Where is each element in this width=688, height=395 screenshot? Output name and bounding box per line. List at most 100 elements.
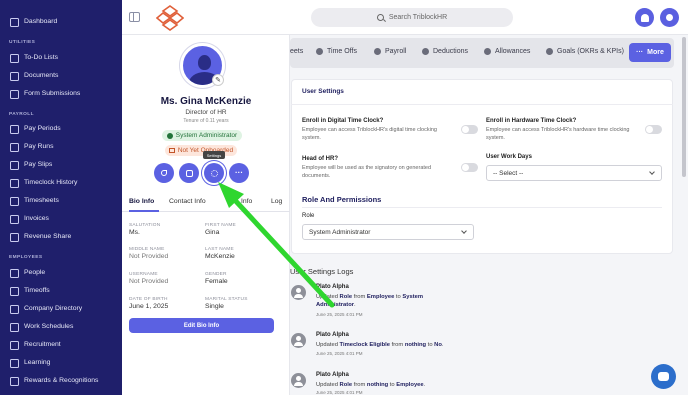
sidebar-item-label: Learning [24,358,51,366]
middle-name-value: Not Provided [129,253,169,260]
schedule-icon [9,322,19,332]
payroll-icon [374,48,381,55]
tab-label: eets [290,48,304,55]
tab-label: Payroll [385,48,407,55]
settings-button[interactable] [204,163,224,183]
tab-deductions[interactable]: Deductions [422,48,468,55]
divider [291,104,673,105]
minus-icon [422,48,429,55]
username-label: USERNAME [129,272,158,277]
sidebar-item-learning[interactable]: Learning [9,355,50,369]
sidebar-item-rewards[interactable]: Rewards & Recognitions [9,373,98,387]
logs-title: User Settings Logs [290,267,354,276]
search-icon [376,14,384,21]
user-settings-title: User Settings [302,88,344,95]
sidebar-item-company-directory[interactable]: Company Directory [9,301,82,315]
form-icon [9,89,19,99]
tab-allowances[interactable]: Allowances [484,48,530,55]
call-button[interactable] [154,163,174,183]
sidebar-item-pay-periods[interactable]: Pay Periods [9,121,61,135]
tab-payroll[interactable]: Payroll [374,48,406,55]
sidebar-item-pay-runs[interactable]: Pay Runs [9,139,53,153]
edit-bio-button[interactable]: Edit Bio Info [129,318,274,333]
section-heading-utilities: UTILITIES [9,40,36,45]
sidebar-item-label: Rewards & Recognitions [24,376,99,384]
middle-name-label: MIDDLE NAME [129,247,165,252]
search-input[interactable]: Search TriblockHR [311,8,513,27]
plus-icon [484,48,491,55]
scrollbar[interactable] [682,37,686,177]
tab-timesheets[interactable]: eets [290,48,303,55]
head-of-hr-toggle[interactable] [461,163,478,172]
plane-icon [9,286,19,296]
salutation-label: SALUTATION [129,223,161,228]
tab-bio-info[interactable]: Bio Info [129,198,154,205]
tab-label: Goals (OKRs & KPIs) [557,48,624,55]
chat-icon [658,372,669,381]
dashboard-icon [9,17,19,27]
sidebar-item-label: Pay Slips [24,160,53,168]
invoice-icon [9,214,19,224]
user-icon [666,14,673,21]
sidebar-item-label: To-Do Lists [24,53,58,61]
tab-logs[interactable]: Log [271,198,282,205]
hardware-clock-label: Enroll in Hardware Time Clock? [486,118,577,124]
work-days-select[interactable]: -- Select -- [486,165,662,181]
role-select[interactable]: System Administrator [302,224,474,240]
sidebar-item-form-submissions[interactable]: Form Submissions [9,86,80,100]
sidebar-item-label: Recruitment [24,340,61,348]
tab-time-offs[interactable]: Time Offs [316,48,357,55]
payslip-icon [9,160,19,170]
sidebar-item-invoices[interactable]: Invoices [9,211,49,225]
sidebar-item-todo[interactable]: To-Do Lists [9,50,58,64]
more-tabs-button[interactable]: ··· More [629,43,671,62]
sidebar-item-dashboard[interactable]: Dashboard [9,14,57,28]
chat-button[interactable] [651,364,676,389]
sidebar-item-label: Company Directory [24,304,83,312]
settings-tooltip: Settings [203,151,225,159]
target-icon [546,48,553,55]
sidebar-item-recruitment[interactable]: Recruitment [9,337,61,351]
sidebar-item-label: Timesheets [24,196,59,204]
hardware-clock-desc: Employee can access TriblockHR's hardwar… [486,127,630,141]
notifications-button[interactable] [635,8,654,27]
gear-icon [210,169,218,177]
first-name-value: Gina [205,229,220,236]
sidebar-item-timeclock-history[interactable]: Timeclock History [9,175,77,189]
tab-info[interactable]: Info [241,198,252,205]
sidebar-item-pay-slips[interactable]: Pay Slips [9,157,52,171]
digital-clock-desc: Employee can access TriblockHR's digital… [302,127,437,141]
gender-label: GENDER [205,272,227,277]
profile-tenure: Tenure of 0.11 years [183,118,229,124]
more-actions-button[interactable]: ··· [229,163,249,183]
sidebar-item-timeoffs[interactable]: Timeoffs [9,283,50,297]
more-label: More [647,49,664,56]
sidebar-item-timesheets[interactable]: Timesheets [9,193,59,207]
avatar-button[interactable] [660,8,679,27]
hardware-clock-toggle[interactable] [645,125,662,134]
log-timestamp: June 25, 2025 4:01 PM [316,312,363,317]
email-button[interactable] [179,163,199,183]
edit-avatar-icon[interactable]: ✎ [212,74,224,86]
log-timestamp: June 25, 2025 4:01 PM [316,390,363,395]
phone-icon [161,170,167,176]
tab-label: Allowances [495,48,531,55]
tab-contact-info[interactable]: Contact Info [169,198,206,205]
check-icon [166,132,173,139]
tab-goals[interactable]: Goals (OKRs & KPIs) [546,48,624,55]
sidebar-item-label: Form Submissions [24,89,81,97]
sidebar-item-work-schedules[interactable]: Work Schedules [9,319,73,333]
profile-panel [122,35,290,395]
documents-icon [9,71,19,81]
rewards-icon [9,376,19,386]
sidebar-toggle-icon[interactable] [129,12,140,22]
sidebar-item-revenue-share[interactable]: Revenue Share [9,229,71,243]
sidebar-item-people[interactable]: People [9,265,45,279]
chevron-down-icon [461,228,467,234]
first-name-label: FIRST NAME [205,223,236,228]
sidebar-item-label: Work Schedules [24,322,74,330]
digital-clock-toggle[interactable] [461,125,478,134]
recruitment-icon [9,340,19,350]
sidebar-item-documents[interactable]: Documents [9,68,58,82]
directory-icon [9,304,19,314]
